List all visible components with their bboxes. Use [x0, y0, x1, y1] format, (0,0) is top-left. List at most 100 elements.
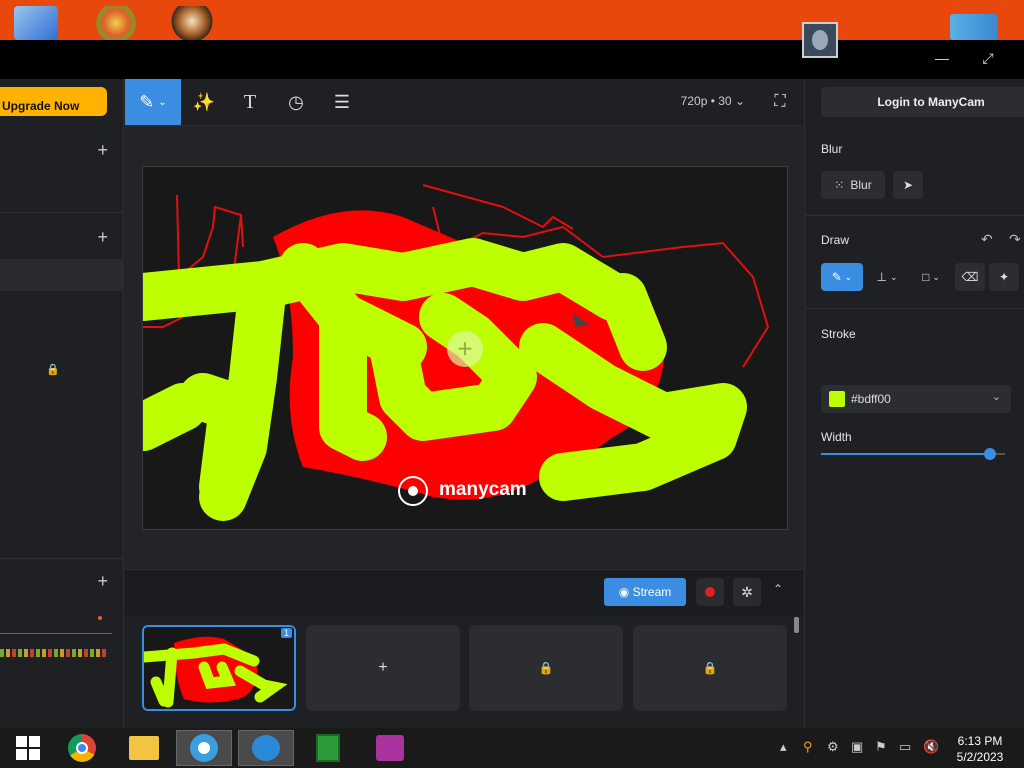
upgrade-now-button[interactable]: Upgrade Now: [0, 87, 107, 116]
manycam-watermark: manycam: [439, 479, 527, 500]
flag-icon[interactable]: ⚑: [875, 739, 887, 755]
width-slider[interactable]: [821, 448, 1005, 460]
lock-icon: 🔒: [702, 661, 718, 675]
scene-1[interactable]: 1: [142, 625, 296, 711]
volume-muted-icon[interactable]: 🔇: [923, 739, 939, 755]
title-bar: — ⤢: [0, 40, 1024, 79]
desktop-app-icon-3[interactable]: [950, 14, 998, 40]
broom-icon: ✦: [998, 270, 1010, 284]
stroke-section-title: Stroke: [821, 327, 856, 341]
search-tray-icon[interactable]: ⚲: [803, 739, 813, 755]
desktop-computer-icon[interactable]: [14, 6, 58, 40]
width-slider-fill: [821, 453, 991, 455]
drawing-canvas[interactable]: +: [143, 167, 788, 530]
chevron-down-icon: ⌄: [889, 271, 898, 282]
chevron-down-icon: ⌄: [158, 96, 167, 108]
desktop-app-icon-2[interactable]: [170, 6, 214, 40]
chat-app-taskbar-button[interactable]: [238, 730, 294, 766]
record-button[interactable]: [696, 578, 724, 606]
add-scene-button[interactable]: +: [306, 625, 460, 711]
chevron-down-icon: ⌄: [932, 271, 940, 282]
scenes-strip: 1 + 🔒 🔒: [125, 615, 803, 728]
top-toolbar: ✎ ⌄ ✨ T ◷ ☰ 720p • 30 ⌄ ⛶: [125, 79, 803, 126]
control-bar: ◉ Stream ✲ ⌃: [125, 569, 803, 615]
width-section-title: Width: [821, 430, 852, 444]
scenes-scrollbar[interactable]: [794, 617, 799, 633]
svg-text:+: +: [457, 336, 474, 360]
eraser-icon: ⌫: [961, 270, 979, 284]
chevron-down-icon: ⌄: [734, 94, 745, 108]
width-slider-handle[interactable]: [984, 448, 997, 460]
snapshot-button[interactable]: ✲: [733, 578, 761, 606]
scene-number-badge: 1: [280, 628, 292, 638]
resolution-label: 720p • 30: [680, 94, 732, 108]
locked-scene-slot[interactable]: 🔒: [469, 625, 623, 711]
video-preview[interactable]: + manycam: [142, 166, 788, 530]
shape-tool-button[interactable]: □ ⌄: [911, 263, 951, 291]
chevron-down-icon: ⌄: [844, 271, 853, 282]
chat-app-icon: [252, 735, 280, 761]
divider: [805, 215, 1024, 216]
draw-section-title: Draw: [821, 233, 850, 247]
clear-all-button[interactable]: ✦: [989, 263, 1019, 291]
stamp-icon: ⊥: [876, 270, 887, 284]
stroke-color-value: #bdff00: [851, 392, 891, 406]
text-tool-button[interactable]: T: [233, 79, 267, 125]
camera-app-taskbar-button[interactable]: [362, 730, 418, 766]
login-button[interactable]: Login to ManyCam: [821, 87, 1024, 117]
windows-icon: [16, 736, 40, 760]
collapse-chevron-icon[interactable]: ⌃: [773, 582, 783, 596]
download-icon[interactable]: [802, 22, 838, 58]
redo-icon[interactable]: ↷: [1009, 231, 1021, 248]
file-explorer-taskbar-button[interactable]: [116, 730, 172, 766]
stamp-tool-button[interactable]: ⊥ ⌄: [867, 263, 907, 291]
audio-level-meter: [0, 649, 108, 657]
tray-app-icon[interactable]: ⚙: [827, 739, 839, 755]
resolution-dropdown[interactable]: 720p • 30 ⌄: [681, 94, 745, 108]
magic-wand-icon: ✨: [192, 91, 216, 112]
lock-icon: 🔒: [46, 364, 60, 376]
maximize-button[interactable]: ⤢: [978, 50, 998, 67]
stream-label: Stream: [632, 585, 672, 599]
divider: [805, 308, 1024, 309]
manycam-taskbar-button[interactable]: [176, 730, 232, 766]
left-section-3: +: [0, 559, 124, 728]
undo-icon[interactable]: ↶: [981, 231, 993, 248]
blur-button[interactable]: ⁙ Blur: [821, 171, 885, 199]
pen-tool-button[interactable]: ✎ ⌄: [821, 263, 863, 291]
chrome-taskbar-button[interactable]: [54, 730, 110, 766]
timer-icon: ◷: [288, 91, 304, 112]
lower-thirds-button[interactable]: ☰: [325, 79, 359, 125]
system-clock[interactable]: 6:13 PM 5/2/2023: [950, 733, 1010, 765]
locked-scene-slot[interactable]: 🔒: [633, 625, 787, 711]
calculator-taskbar-button[interactable]: [300, 730, 356, 766]
timer-tool-button[interactable]: ◷: [279, 79, 313, 125]
pencil-icon: ✎: [831, 270, 842, 284]
lock-icon: 🔒: [538, 661, 554, 675]
selected-source-row[interactable]: [0, 259, 124, 291]
stream-button[interactable]: ◉ Stream: [604, 578, 686, 606]
fullscreen-button[interactable]: ⛶: [765, 79, 795, 125]
add-source-icon[interactable]: +: [97, 140, 108, 161]
camera-tray-icon[interactable]: ▣: [851, 739, 863, 755]
start-button[interactable]: [0, 730, 56, 766]
calculator-icon: [316, 734, 340, 762]
minimize-button[interactable]: —: [932, 50, 952, 66]
left-section-2: + 🔒: [0, 213, 124, 559]
eraser-button[interactable]: ⌫: [955, 263, 985, 291]
scene-thumbnail: [144, 627, 294, 709]
select-pointer-button[interactable]: ➤: [893, 171, 923, 199]
add-source-icon[interactable]: +: [97, 571, 108, 592]
right-panel: Login to ManyCam Blur ⁙ Blur ➤ Draw ↶ ↷ …: [804, 79, 1024, 728]
stroke-color-select[interactable]: #bdff00 ⌄: [821, 385, 1011, 413]
camera-shutter-icon: ✲: [741, 584, 753, 600]
magic-wand-button[interactable]: ✨: [187, 79, 221, 125]
network-icon[interactable]: ▭: [899, 739, 911, 755]
desktop-app-icon[interactable]: [94, 6, 138, 40]
show-hidden-icons-icon[interactable]: ▴: [780, 739, 787, 755]
add-source-icon[interactable]: +: [97, 227, 108, 248]
camera-app-icon: [376, 735, 404, 761]
draw-tool-button[interactable]: ✎ ⌄: [125, 79, 181, 125]
level-divider: [0, 633, 112, 634]
plus-icon: +: [378, 659, 388, 676]
